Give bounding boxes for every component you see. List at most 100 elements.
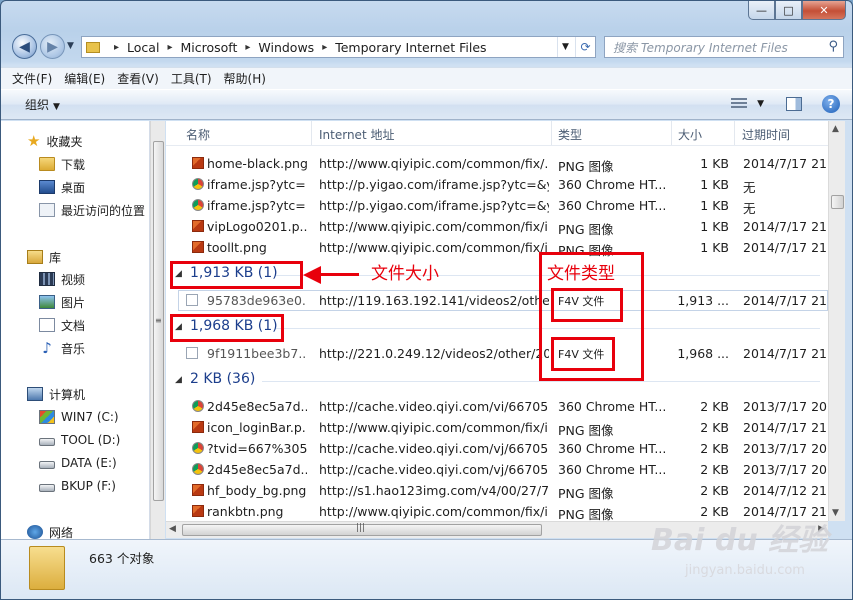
nav-downloads[interactable]: 下载 bbox=[39, 154, 85, 174]
breadcrumb-microsoft[interactable]: Microsoft bbox=[180, 40, 237, 55]
table-row[interactable]: 95783de963e0... http://119.163.192.141/v… bbox=[166, 290, 828, 311]
close-button[interactable]: ✕ bbox=[802, 1, 846, 20]
column-type[interactable]: 类型 bbox=[558, 126, 582, 143]
table-row[interactable]: hf_body_bg.png http://s1.hao123img.com/v… bbox=[166, 480, 828, 501]
table-row[interactable]: iframe.jsp?ytc=... http://p.yigao.com/if… bbox=[166, 174, 828, 195]
nav-recent-places[interactable]: 最近访问的位置 bbox=[39, 200, 145, 220]
nav-drive-f[interactable]: BKUP (F:) bbox=[39, 476, 116, 496]
preview-pane-icon[interactable] bbox=[786, 97, 802, 111]
column-size[interactable]: 大小 bbox=[678, 126, 702, 143]
recent-pages-dropdown-icon[interactable]: ▼ bbox=[67, 41, 74, 51]
nav-drive-e[interactable]: DATA (E:) bbox=[39, 453, 117, 473]
nav-label: 视频 bbox=[61, 272, 86, 287]
menu-help[interactable]: 帮助(H) bbox=[224, 70, 266, 87]
nav-label: 收藏夹 bbox=[46, 134, 83, 149]
address-bar[interactable]: ▸ Local ▸ Microsoft ▸ Windows ▸ Temporary In… bbox=[81, 36, 596, 58]
scroll-grip-icon: ||| bbox=[356, 523, 366, 533]
help-icon[interactable]: ? bbox=[822, 95, 840, 113]
group-header-2kb[interactable]: ◢ 2 KB (36) bbox=[166, 367, 828, 393]
navigation-pane: ★ 收藏夹 下载 桌面 最近访问的位置 库 视频 图片 文档 ♪ 音乐 计算机 WI… bbox=[1, 121, 150, 539]
star-icon: ★ bbox=[27, 132, 41, 150]
caption-buttons: — □ ✕ bbox=[748, 1, 846, 20]
table-row[interactable]: 2d45e8ec5a7d... http://cache.video.qiyi.… bbox=[166, 459, 828, 480]
nav-videos[interactable]: 视频 bbox=[39, 269, 85, 289]
nav-pictures[interactable]: 图片 bbox=[39, 292, 85, 312]
table-row[interactable]: iframe.jsp?ytc=... http://p.yigao.com/if… bbox=[166, 195, 828, 216]
view-options-dropdown-icon[interactable]: ▼ bbox=[757, 99, 764, 109]
search-placeholder: 搜索 Temporary Internet Files bbox=[613, 40, 788, 55]
annotation-box-size-1 bbox=[170, 261, 303, 289]
scroll-down-icon[interactable]: ▼ bbox=[832, 508, 839, 518]
nav-label: WIN7 (C:) bbox=[61, 410, 119, 424]
maximize-button[interactable]: □ bbox=[775, 1, 802, 20]
table-row[interactable]: ?tvid=667%305... http://cache.video.qiyi… bbox=[166, 438, 828, 459]
column-internet-address[interactable]: Internet 地址 bbox=[319, 126, 394, 143]
nav-label: 图片 bbox=[61, 295, 86, 310]
table-row[interactable]: vipLogo0201.p... http://www.qiyipic.com/… bbox=[166, 216, 828, 237]
video-icon bbox=[39, 272, 55, 286]
change-view-icon[interactable] bbox=[731, 98, 748, 110]
nav-label: BKUP (F:) bbox=[61, 479, 116, 493]
nav-label: 音乐 bbox=[61, 341, 86, 356]
breadcrumb-windows[interactable]: Windows bbox=[258, 40, 314, 55]
breadcrumb-local[interactable]: Local bbox=[127, 40, 159, 55]
nav-music[interactable]: ♪ 音乐 bbox=[39, 338, 85, 358]
png-file-icon bbox=[192, 421, 204, 433]
nav-libraries[interactable]: 库 bbox=[27, 247, 61, 267]
search-input[interactable]: 搜索 Temporary Internet Files ⚲ bbox=[604, 36, 844, 58]
breadcrumb-temporary-internet-files[interactable]: Temporary Internet Files bbox=[335, 40, 486, 55]
nav-label: 最近访问的位置 bbox=[61, 203, 146, 218]
nav-computer[interactable]: 计算机 bbox=[27, 384, 85, 404]
desktop-icon bbox=[39, 180, 55, 194]
menu-file[interactable]: 文件(F) bbox=[12, 70, 52, 87]
column-expires[interactable]: 过期时间 bbox=[742, 126, 790, 143]
picture-icon bbox=[39, 295, 55, 309]
scroll-grip-icon: ≡ bbox=[155, 316, 162, 325]
menu-view[interactable]: 查看(V) bbox=[117, 70, 159, 87]
address-dropdown-icon[interactable]: ▼ bbox=[557, 37, 573, 57]
png-file-icon bbox=[192, 220, 204, 232]
nav-label: 库 bbox=[49, 250, 62, 265]
back-button[interactable]: ◀ bbox=[12, 34, 37, 59]
scrollbar-thumb[interactable] bbox=[831, 195, 844, 209]
annotation-box-type-1 bbox=[551, 288, 623, 322]
file-list-scrollbar[interactable]: ▲ ▼ bbox=[828, 121, 845, 521]
menu-edit[interactable]: 编辑(E) bbox=[64, 70, 105, 87]
chrome-html-icon bbox=[192, 178, 204, 190]
forward-button[interactable]: ▶ bbox=[40, 34, 65, 59]
navigation-scrollbar[interactable]: ≡ bbox=[150, 121, 165, 539]
chrome-html-icon bbox=[192, 199, 204, 211]
annotation-file-size-label: 文件大小 bbox=[371, 264, 439, 284]
menu-bar: 文件(F) 编辑(E) 查看(V) 工具(T) 帮助(H) bbox=[1, 67, 852, 89]
table-row[interactable]: 2d45e8ec5a7d... http://cache.video.qiyi.… bbox=[166, 396, 828, 417]
chrome-html-icon bbox=[192, 442, 204, 454]
organize-button[interactable]: 组织 ▼ bbox=[25, 96, 60, 113]
table-row[interactable]: 9f1911bee3b7... http://221.0.249.12/vide… bbox=[166, 343, 828, 364]
annotation-arrow-line bbox=[319, 273, 359, 276]
nav-documents[interactable]: 文档 bbox=[39, 315, 85, 335]
search-icon[interactable]: ⚲ bbox=[828, 39, 838, 54]
nav-favorites[interactable]: ★ 收藏夹 bbox=[27, 131, 82, 151]
nav-drive-d[interactable]: TOOL (D:) bbox=[39, 430, 120, 450]
network-icon bbox=[27, 525, 43, 539]
file-list: 名称 Internet 地址 类型 大小 ^ 过期时间 home-black.p… bbox=[166, 121, 828, 521]
menu-tools[interactable]: 工具(T) bbox=[171, 70, 212, 87]
scroll-left-icon[interactable]: ◀ bbox=[169, 524, 176, 534]
column-name[interactable]: 名称 bbox=[186, 126, 210, 143]
table-row[interactable]: home-black.png http://www.qiyipic.com/co… bbox=[166, 153, 828, 174]
drive-icon bbox=[39, 483, 55, 492]
table-row[interactable]: toollt.png http://www.qiyipic.com/common… bbox=[166, 237, 828, 258]
folder-icon bbox=[86, 41, 100, 53]
refresh-icon[interactable]: ⟳ bbox=[575, 37, 595, 57]
minimize-button[interactable]: — bbox=[748, 1, 775, 20]
nav-label: 网络 bbox=[49, 525, 74, 540]
nav-network[interactable]: 网络 bbox=[27, 522, 73, 539]
nav-drive-c[interactable]: WIN7 (C:) bbox=[39, 407, 119, 427]
f4v-file-icon bbox=[186, 347, 198, 359]
watermark-logo: Bai du 经验 bbox=[651, 523, 829, 558]
nav-label: 桌面 bbox=[61, 180, 86, 195]
scroll-up-icon[interactable]: ▲ bbox=[832, 124, 839, 134]
nav-desktop[interactable]: 桌面 bbox=[39, 177, 85, 197]
collapse-triangle-icon[interactable]: ◢ bbox=[175, 375, 182, 385]
table-row[interactable]: icon_loginBar.p... http://www.qiyipic.co… bbox=[166, 417, 828, 438]
